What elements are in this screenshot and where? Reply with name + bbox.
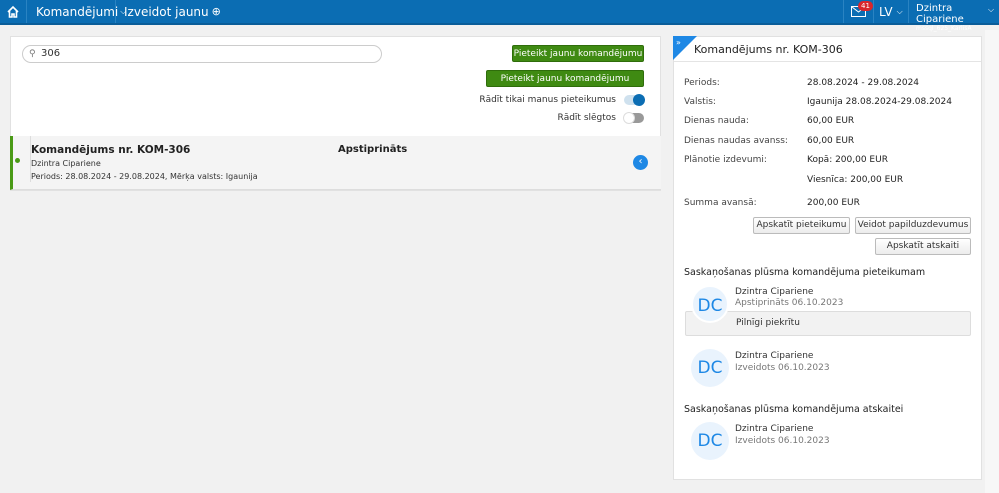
menu-label: Komandējumi bbox=[36, 4, 119, 19]
approver-status: Izveidots 06.10.2023 bbox=[735, 363, 830, 373]
new-trip-group-button[interactable]: Pieteikt jaunu komandējumu grupu bbox=[486, 70, 644, 101]
flow-report-title: Saskaņošanas plūsma komandējuma atskaite… bbox=[684, 404, 904, 415]
label-period: Periods: bbox=[684, 78, 720, 88]
trip-person: Dzintra Cipariene bbox=[31, 159, 101, 168]
view-report-button[interactable]: Apskatīt atskaiti bbox=[875, 238, 971, 255]
label-countries: Valstis: bbox=[684, 97, 716, 107]
value-planned-hotel: Viesnīca: 200,00 EUR bbox=[807, 175, 904, 185]
chevron-down-icon: ⌵ bbox=[896, 6, 903, 16]
approver-status: Apstiprināts 06.10.2023 bbox=[735, 298, 844, 308]
approver-name: Dzintra Cipariene bbox=[735, 351, 814, 361]
new-trip-button[interactable]: Pieteikt jaunu komandējumu bbox=[512, 45, 644, 62]
view-application-button[interactable]: Apskatīt pieteikumu bbox=[753, 217, 850, 234]
home-icon[interactable] bbox=[6, 0, 20, 23]
avatar: DC bbox=[691, 285, 729, 323]
trip-list-item[interactable]: Komandējums nr. KOM-306 Dzintra Ciparien… bbox=[10, 136, 661, 190]
user-menu[interactable]: Dzintra Cipariene mssql_625_KarlisA bbox=[916, 3, 999, 32]
create-new-menu[interactable]: Izveidot jaunu ⊕ bbox=[124, 0, 221, 23]
label-daily: Dienas nauda: bbox=[684, 116, 749, 126]
create-extra-tasks-button[interactable]: Veidot papilduzdevumus bbox=[855, 217, 971, 234]
language-select[interactable]: LV ⌵ bbox=[879, 0, 903, 23]
comment-text: Pilnīgi piekrītu bbox=[736, 318, 800, 328]
value-daily-advance: 60,00 EUR bbox=[807, 136, 855, 146]
avatar: DC bbox=[691, 422, 729, 460]
approver-status: Izveidots 06.10.2023 bbox=[735, 436, 830, 446]
flow-application-title: Saskaņošanas plūsma komandējuma pieteiku… bbox=[684, 267, 926, 278]
value-daily: 60,00 EUR bbox=[807, 116, 855, 126]
avatar: DC bbox=[691, 349, 729, 387]
trip-status: Apstiprināts bbox=[338, 144, 408, 155]
language-label: LV bbox=[879, 4, 893, 19]
scrollbar[interactable] bbox=[985, 30, 999, 493]
trip-details: Periods: 28.08.2024 - 29.08.2024, Mērķa … bbox=[31, 172, 258, 181]
plus-circle-icon: ⊕ bbox=[211, 5, 221, 18]
value-period: 28.08.2024 - 29.08.2024 bbox=[807, 78, 920, 88]
comment-box: Pilnīgi piekrītu bbox=[685, 311, 971, 336]
value-advance-sum: 200,00 EUR bbox=[807, 198, 860, 208]
detail-title: Komandējums nr. KOM-306 bbox=[694, 43, 843, 56]
value-planned-total: Kopā: 200,00 EUR bbox=[807, 155, 888, 165]
status-dot bbox=[15, 158, 20, 163]
show-closed-toggle[interactable] bbox=[623, 112, 644, 124]
search-icon: ⚲ bbox=[29, 49, 36, 59]
only-mine-label: Rādīt tikai manus pieteikumus bbox=[479, 95, 616, 105]
top-nav-bar: Komandējumi ⌵ Izveidot jaunu ⊕ 41 LV ⌵ Dzin… bbox=[0, 0, 999, 32]
svg-text:»: » bbox=[676, 38, 681, 47]
mail-count-badge: 41 bbox=[858, 1, 873, 11]
label-advance-sum: Summa avansā: bbox=[684, 198, 757, 208]
create-label: Izveidot jaunu bbox=[124, 4, 209, 19]
menu-komandejumi[interactable]: Komandējumi ⌵ bbox=[36, 0, 126, 23]
search-value: 306 bbox=[41, 48, 61, 59]
chevron-left-icon[interactable]: ‹ bbox=[633, 155, 648, 170]
trip-title: Komandējums nr. KOM-306 bbox=[31, 144, 191, 156]
label-planned: Plānotie izdevumi: bbox=[684, 155, 767, 165]
approver-name: Dzintra Cipariene bbox=[735, 424, 814, 434]
user-name: Dzintra Cipariene bbox=[916, 3, 964, 25]
only-mine-toggle[interactable] bbox=[624, 94, 645, 106]
show-closed-label: Rādīt slēgtos bbox=[557, 113, 616, 123]
search-input[interactable]: ⚲ 306 bbox=[22, 45, 382, 63]
label-daily-advance: Dienas naudas avanss: bbox=[684, 136, 788, 146]
chevron-down-icon: ⌵ bbox=[988, 5, 995, 14]
approver-name: Dzintra Cipariene bbox=[735, 287, 814, 297]
value-countries: Igaunija 28.08.2024-29.08.2024 bbox=[807, 97, 952, 107]
